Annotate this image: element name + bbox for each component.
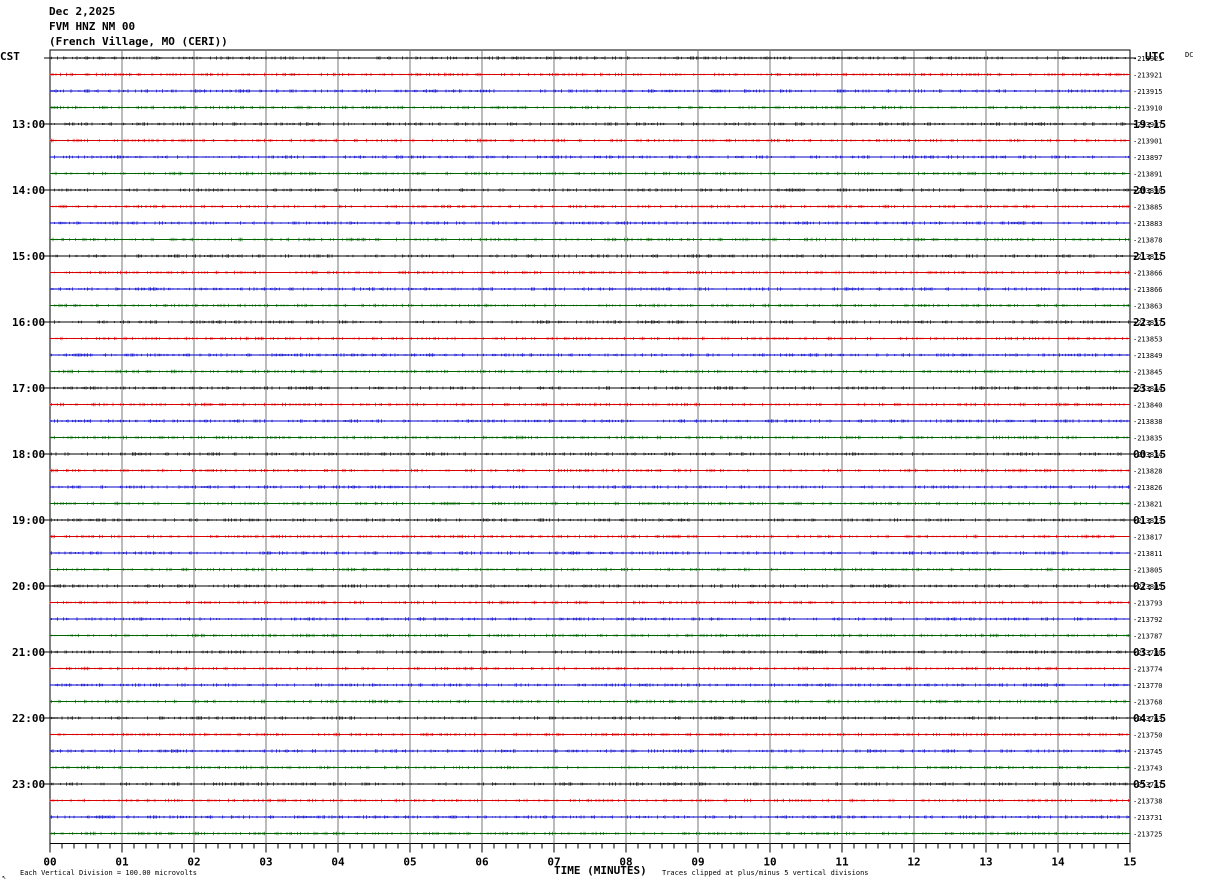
left-hour-label: 21:00 <box>12 646 45 659</box>
right-hour-label: 20:15 <box>1133 184 1166 197</box>
x-tick-label: 06 <box>475 856 489 869</box>
trace-offset-label: -213849 <box>1133 352 1163 360</box>
x-tick-label: 02 <box>187 856 200 869</box>
trace-offset-label: -213835 <box>1133 435 1163 443</box>
right-hour-label: 00:15 <box>1133 448 1166 461</box>
right-hour-label: 02:15 <box>1133 580 1166 593</box>
trace-offset-label: -213828 <box>1133 468 1163 476</box>
trace-offset-label: -213731 <box>1133 814 1163 822</box>
trace-offset-label: -213840 <box>1133 402 1163 410</box>
left-hour-label: 22:00 <box>12 712 45 725</box>
x-tick-label: 04 <box>331 856 345 869</box>
left-hour-label: 18:00 <box>12 448 45 461</box>
right-hour-label: 23:15 <box>1133 382 1166 395</box>
trace-offset-label: -213770 <box>1133 682 1163 690</box>
left-hour-label: 16:00 <box>12 316 45 329</box>
trace-offset-label: -213878 <box>1133 237 1163 245</box>
trace-offset-label: -213915 <box>1133 88 1163 96</box>
seismogram-traces <box>49 56 1130 836</box>
trace-offset-label: -213910 <box>1133 105 1163 113</box>
trace-offset-label: -213883 <box>1133 220 1163 228</box>
corner-mark: ↖ <box>2 873 6 881</box>
x-axis-title: TIME (MINUTES) <box>554 864 647 877</box>
x-tick-label: 08 <box>619 856 632 869</box>
trace-offset-label: -213792 <box>1133 616 1163 624</box>
x-tick-label: 05 <box>403 856 416 869</box>
trace-offset-label: -213743 <box>1133 765 1163 773</box>
trace-offset-label: -213793 <box>1133 600 1163 608</box>
trace-offset-label: -213750 <box>1133 732 1163 740</box>
trace-offset-label: -213853 <box>1133 336 1163 344</box>
trace-offset-label: -213745 <box>1133 748 1163 756</box>
left-hour-label: 15:00 <box>12 250 45 263</box>
trace-offset-label: -213817 <box>1133 534 1163 542</box>
left-hour-label: 19:00 <box>12 514 45 527</box>
right-hour-label: 01:15 <box>1133 514 1166 527</box>
trace-offset-label: -213768 <box>1133 699 1163 707</box>
x-tick-label: 15 <box>1123 856 1136 869</box>
corner-code: DC <box>1185 51 1193 59</box>
right-hour-label: 04:15 <box>1133 712 1166 725</box>
left-hour-label: 14:00 <box>12 184 45 197</box>
x-tick-label: 00 <box>43 856 56 869</box>
trace-offset-label: -213923 <box>1133 55 1163 63</box>
x-tick-label: 07 <box>547 856 560 869</box>
trace-offset-label: -213787 <box>1133 633 1163 641</box>
trace-offset-label: -213866 <box>1133 286 1163 294</box>
x-tick-label: 03 <box>259 856 272 869</box>
trace-offset-label: -213921 <box>1133 72 1163 80</box>
trace-offset-label: -213838 <box>1133 418 1163 426</box>
x-tick-label: 01 <box>115 856 129 869</box>
x-tick-label: 11 <box>835 856 849 869</box>
trace-offset-label: -213897 <box>1133 154 1163 162</box>
left-hour-label: 13:00 <box>12 118 45 131</box>
trace-offset-label: -213805 <box>1133 567 1163 575</box>
trace-offset-label: -213885 <box>1133 204 1163 212</box>
scale-note: Each Vertical Division = 100.00 microvol… <box>20 869 197 877</box>
trace-offset-label: -213891 <box>1133 171 1163 179</box>
right-hour-label: 05:15 <box>1133 778 1166 791</box>
trace-offset-label: -213738 <box>1133 798 1163 806</box>
trace-offset-label: -213821 <box>1133 501 1163 509</box>
clip-note: Traces clipped at plus/minus 5 vertical … <box>662 869 869 877</box>
right-hour-label: 21:15 <box>1133 250 1166 263</box>
left-hour-label: 20:00 <box>12 580 45 593</box>
trace-offset-label: -213845 <box>1133 369 1163 377</box>
left-hour-label: 23:00 <box>12 778 45 791</box>
trace-offset-label: -213774 <box>1133 666 1163 674</box>
trace-offset-label: -213725 <box>1133 831 1163 839</box>
right-hour-label: 19:15 <box>1133 118 1166 131</box>
x-tick-label: 10 <box>763 856 776 869</box>
trace-offset-label: -213826 <box>1133 484 1163 492</box>
x-tick-label: 09 <box>691 856 704 869</box>
x-tick-label: 12 <box>907 856 920 869</box>
plot-frame <box>49 49 1131 844</box>
trace-offset-label: -213811 <box>1133 550 1163 558</box>
left-timezone-label: CST <box>0 50 20 63</box>
helicorder-chart: CST UTC DC TIME (MINUTES) Each Vertical … <box>0 49 1193 881</box>
grid <box>44 49 1136 853</box>
x-tick-label: 14 <box>1051 856 1065 869</box>
right-hour-label: 03:15 <box>1133 646 1166 659</box>
right-hour-label: 22:15 <box>1133 316 1166 329</box>
trace-offset-label: -213901 <box>1133 138 1163 146</box>
trace-offset-label: -213866 <box>1133 270 1163 278</box>
x-tick-label: 13 <box>979 856 992 869</box>
trace-offset-label: -213863 <box>1133 303 1163 311</box>
left-hour-label: 17:00 <box>12 382 45 395</box>
